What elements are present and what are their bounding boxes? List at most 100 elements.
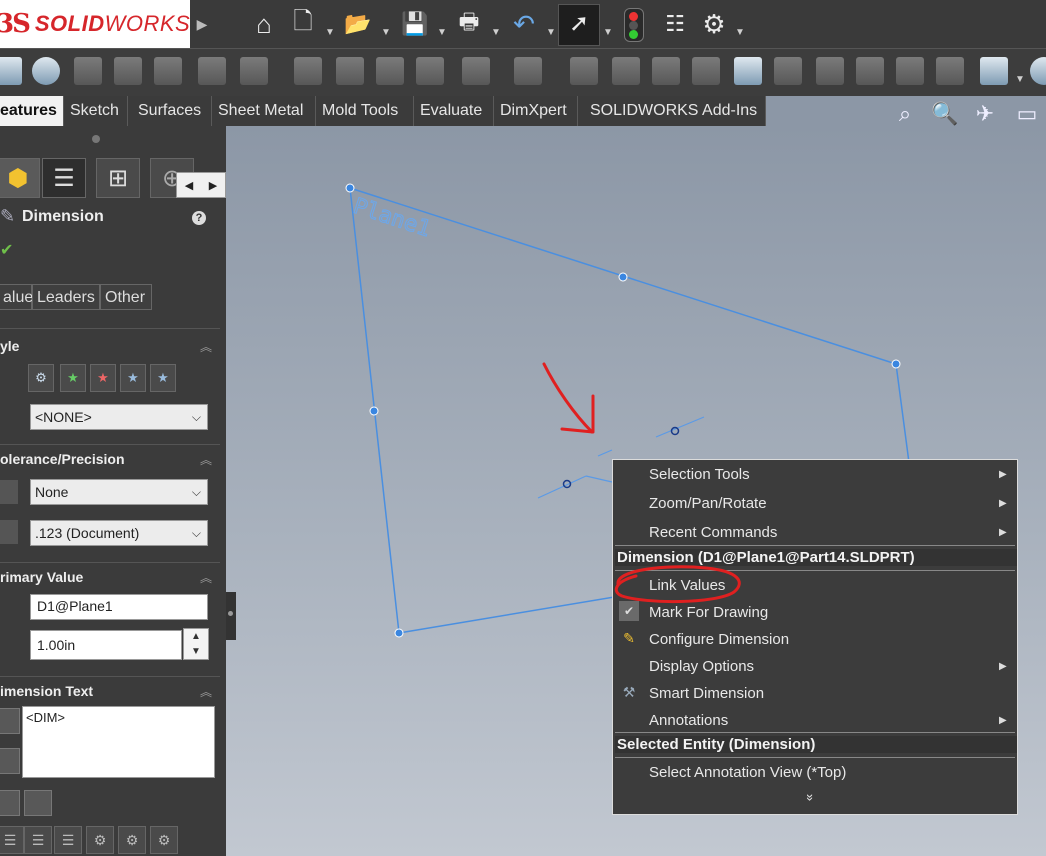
dimension-extension-line[interactable]	[537, 475, 587, 499]
plane-handle[interactable]	[394, 628, 404, 638]
select-dropdown-arrow[interactable]: ▼	[602, 14, 614, 50]
select-button[interactable]: ➚	[558, 4, 600, 46]
collapse-chevron-icon[interactable]: ︽	[200, 451, 212, 468]
plane-handle[interactable]	[618, 272, 628, 282]
add-style-icon[interactable]: ★	[60, 364, 86, 392]
scroll-left-icon[interactable]: ◀	[177, 173, 201, 197]
load-style-icon[interactable]: ★	[150, 364, 176, 392]
dimension-extension-line[interactable]	[655, 416, 705, 438]
print-dropdown-arrow[interactable]: ▼	[490, 14, 502, 50]
save-style-icon[interactable]: ★	[120, 364, 146, 392]
mirror-icon[interactable]	[896, 57, 924, 85]
collapse-chevron-icon[interactable]: ︽	[200, 683, 212, 700]
menu-item-selection-tools[interactable]: Selection Tools	[649, 466, 750, 483]
dimension-line[interactable]	[585, 475, 613, 483]
instant3d-icon[interactable]	[856, 57, 884, 85]
dimension-line[interactable]	[597, 449, 613, 457]
open-dropdown-arrow[interactable]: ▼	[380, 14, 392, 50]
plane-handle[interactable]	[891, 359, 901, 369]
reference-plane-icon[interactable]	[980, 57, 1008, 85]
subtab-leaders[interactable]: Leaders	[32, 284, 100, 310]
help-icon[interactable]: ?	[192, 211, 206, 225]
dimension-text-field[interactable]: <DIM>	[22, 706, 215, 778]
curves-more-icon[interactable]	[1030, 57, 1046, 85]
menu-item-configure-dimension[interactable]: Configure Dimension	[649, 631, 789, 648]
text-justify-icon[interactable]	[0, 708, 20, 734]
menu-item-select-annotation-view[interactable]: Select Annotation View (*Top)	[649, 764, 846, 781]
open-folder-icon[interactable]: 📂	[340, 6, 376, 42]
splitter-handle[interactable]	[228, 611, 233, 616]
tolerance-type-dropdown[interactable]: None ⌵	[30, 479, 208, 505]
panel-splitter[interactable]	[226, 592, 236, 640]
tab-features[interactable]: eatures	[0, 96, 64, 126]
save-icon[interactable]: 💾	[398, 6, 432, 42]
undo-dropdown-arrow[interactable]: ▼	[545, 14, 557, 50]
tab-mold-tools[interactable]: Mold Tools	[316, 96, 414, 126]
swept-cut-icon[interactable]	[336, 57, 364, 85]
hole-wizard-icon[interactable]	[240, 57, 268, 85]
save-dropdown-arrow[interactable]: ▼	[436, 14, 448, 50]
apply-default-style-icon[interactable]: ⚙	[28, 364, 54, 392]
menu-item-smart-dimension[interactable]: Smart Dimension	[649, 685, 764, 702]
combine-icon[interactable]	[936, 57, 964, 85]
tab-solidworks-addins[interactable]: SOLIDWORKS Add-Ins	[584, 96, 766, 126]
loft-boss-icon[interactable]	[114, 57, 142, 85]
plane-handle[interactable]	[369, 406, 379, 416]
dimension-value-field[interactable]: 1.00in	[30, 630, 182, 660]
rebuild-traffic-light-icon[interactable]	[624, 8, 644, 42]
plane-handle[interactable]	[345, 183, 355, 193]
spin-up-icon[interactable]: ▲	[191, 631, 201, 642]
revolved-cut-icon[interactable]	[294, 57, 322, 85]
primary-value-section-heading[interactable]: rimary Value	[0, 569, 83, 585]
symbol-icon[interactable]: ☰	[54, 826, 82, 854]
menu-item-display-options[interactable]: Display Options	[649, 658, 754, 675]
collapse-chevron-icon[interactable]: ︽	[200, 338, 212, 355]
tab-sheet-metal[interactable]: Sheet Metal	[212, 96, 316, 126]
style-section-heading[interactable]: yle	[0, 338, 19, 354]
extruded-cut-icon[interactable]	[198, 57, 226, 85]
inspection-dimension-icon[interactable]	[24, 790, 52, 816]
draft-icon[interactable]	[612, 57, 640, 85]
menu-item-zoom-pan-rotate[interactable]: Zoom/Pan/Rotate	[649, 495, 767, 512]
ok-check-icon[interactable]: ✔	[0, 240, 13, 260]
options-dropdown-arrow[interactable]: ▼	[734, 14, 746, 50]
text-justify-icon[interactable]	[0, 748, 20, 774]
menu-flyout-arrow[interactable]: ▶	[193, 10, 211, 38]
symbol-icon[interactable]: ☰	[0, 826, 24, 854]
property-manager-tab-icon[interactable]: ☰	[42, 158, 86, 198]
solidworks-logo[interactable]: 3S SOLIDWORKS	[0, 0, 190, 48]
tab-dimxpert[interactable]: DimXpert	[494, 96, 578, 126]
reference-geometry-icon[interactable]	[774, 57, 802, 85]
dimension-name-field[interactable]: D1@Plane1	[30, 594, 208, 620]
scroll-right-icon[interactable]: ▶	[201, 173, 225, 197]
zoom-to-fit-icon[interactable]: ⌕	[890, 100, 920, 128]
new-document-icon[interactable]: 🗋	[288, 6, 318, 42]
undo-icon[interactable]: ↶	[506, 6, 542, 42]
value-spinner[interactable]: ▲ ▼	[183, 628, 209, 660]
subtab-other[interactable]: Other	[100, 284, 152, 310]
section-view-icon[interactable]: ▭	[1012, 100, 1042, 128]
sweep-boss-icon[interactable]	[74, 57, 102, 85]
symbol-icon[interactable]: ⚙	[118, 826, 146, 854]
boundary-cut-icon[interactable]	[416, 57, 444, 85]
home-icon[interactable]: ⌂	[246, 6, 282, 42]
print-icon[interactable]: 🖶	[452, 6, 486, 42]
menu-item-recent-commands[interactable]: Recent Commands	[649, 524, 777, 541]
panel-tab-scroll[interactable]: ◀ ▶	[176, 172, 226, 198]
lofted-cut-icon[interactable]	[376, 57, 404, 85]
symbol-icon[interactable]: ⚙	[86, 826, 114, 854]
feature-manager-tab-icon[interactable]: ⬢	[0, 158, 40, 198]
menu-item-annotations[interactable]: Annotations	[649, 712, 728, 729]
delete-style-icon[interactable]: ★	[90, 364, 116, 392]
symbol-icon[interactable]: ☰	[24, 826, 52, 854]
tab-surfaces[interactable]: Surfaces	[132, 96, 212, 126]
previous-view-icon[interactable]: ✈	[970, 100, 1000, 128]
new-dropdown-arrow[interactable]: ▼	[324, 14, 336, 50]
style-dropdown[interactable]: <NONE> ⌵	[30, 404, 208, 430]
panel-grip-dot[interactable]	[92, 135, 100, 143]
add-parentheses-icon[interactable]	[0, 790, 20, 816]
file-properties-icon[interactable]: ☷	[660, 6, 690, 42]
fillet-icon[interactable]	[462, 57, 490, 85]
subtab-value[interactable]: alue	[0, 284, 33, 310]
boundary-boss-icon[interactable]	[154, 57, 182, 85]
